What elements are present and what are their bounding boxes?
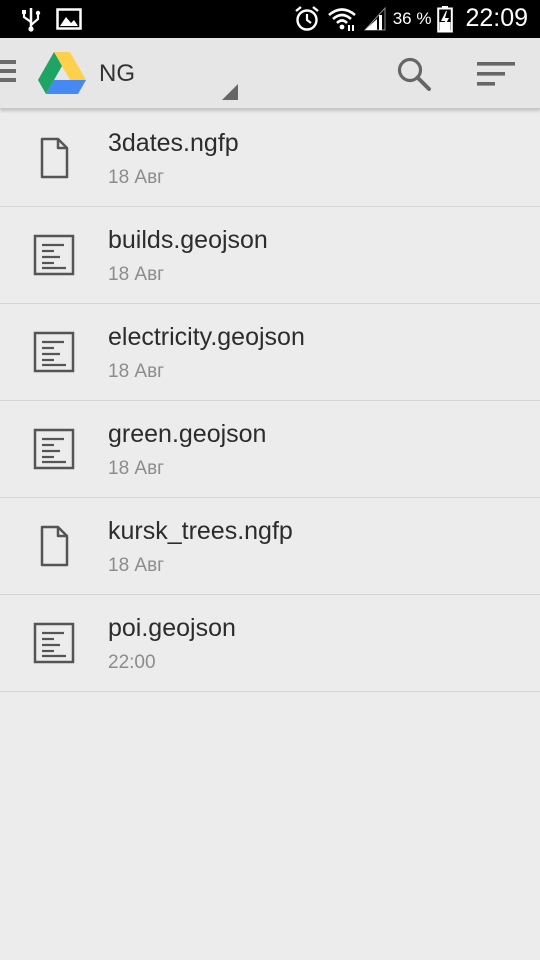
- signal-icon: [363, 6, 386, 30]
- file-date: 18 Авг: [108, 167, 165, 188]
- text-document-icon: [33, 622, 75, 664]
- file-name: green.geojson: [108, 420, 267, 448]
- file-row[interactable]: electricity.geojson 18 Авг: [0, 304, 540, 401]
- file-name: builds.geojson: [108, 226, 268, 254]
- dropdown-triangle-icon[interactable]: [220, 82, 240, 102]
- text-document-icon: [33, 428, 75, 470]
- file-list: 3dates.ngfp 18 Авг builds.geojson 18 Авг…: [0, 110, 540, 692]
- file-row[interactable]: green.geojson 18 Авг: [0, 401, 540, 498]
- status-bar: 36 % 22:09: [0, 0, 540, 38]
- file-icon: [40, 525, 69, 567]
- text-document-icon: [33, 331, 75, 373]
- file-date: 18 Авг: [108, 361, 165, 382]
- file-name: electricity.geojson: [108, 323, 305, 351]
- file-row[interactable]: poi.geojson 22:00: [0, 595, 540, 692]
- drive-logo[interactable]: [38, 52, 86, 94]
- file-name: kursk_trees.ngfp: [108, 517, 293, 545]
- file-name: 3dates.ngfp: [108, 129, 239, 157]
- file-date: 22:00: [108, 652, 156, 673]
- account-selector[interactable]: NG: [99, 60, 135, 88]
- status-clock: 22:09: [465, 4, 528, 32]
- file-row[interactable]: builds.geojson 18 Авг: [0, 207, 540, 304]
- menu-icon[interactable]: [0, 60, 16, 86]
- search-icon[interactable]: [396, 56, 432, 92]
- file-date: 18 Авг: [108, 264, 165, 285]
- sort-icon[interactable]: [476, 60, 516, 88]
- alarm-icon: [294, 5, 319, 31]
- file-date: 18 Авг: [108, 458, 165, 479]
- app-bar: NG: [0, 38, 540, 109]
- file-icon: [40, 137, 69, 179]
- usb-icon: [22, 8, 41, 32]
- file-name: poi.geojson: [108, 614, 236, 642]
- file-date: 18 Авг: [108, 555, 165, 576]
- text-document-icon: [33, 234, 75, 276]
- image-icon: [56, 8, 82, 30]
- wifi-icon: [327, 7, 356, 31]
- file-row[interactable]: 3dates.ngfp 18 Авг: [0, 110, 540, 207]
- battery-charging-icon: [437, 5, 454, 32]
- battery-percent: 36 %: [392, 8, 432, 28]
- file-row[interactable]: kursk_trees.ngfp 18 Авг: [0, 498, 540, 595]
